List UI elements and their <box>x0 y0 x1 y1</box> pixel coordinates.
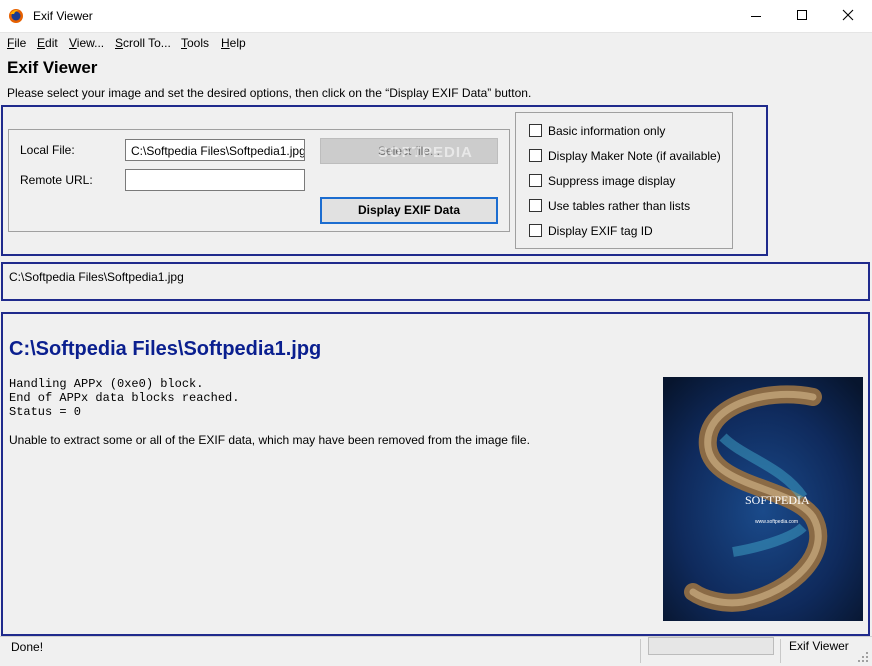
maximize-button[interactable] <box>779 0 825 31</box>
menu-scroll-to[interactable]: Scroll To... <box>115 36 171 50</box>
checkbox[interactable] <box>529 224 542 237</box>
log-line: End of APPx data blocks reached. <box>9 391 240 405</box>
status-separator <box>780 639 781 663</box>
image-caption: SOFTPEDIA <box>745 493 810 507</box>
window-title: Exif Viewer <box>33 9 93 23</box>
menu-tools[interactable]: Tools <box>181 36 209 50</box>
remote-url-label: Remote URL: <box>20 173 93 187</box>
current-path: C:\Softpedia Files\Softpedia1.jpg <box>9 270 184 284</box>
checkbox[interactable] <box>529 149 542 162</box>
status-separator <box>640 639 641 663</box>
page-title: Exif Viewer <box>7 58 98 77</box>
menu-bar: File Edit View... Scroll To... Tools Hel… <box>0 33 872 53</box>
result-message: Unable to extract some or all of the EXI… <box>9 433 530 447</box>
status-app-name: Exif Viewer <box>789 639 849 653</box>
remote-url-input[interactable] <box>125 169 305 191</box>
page-description: Please select your image and set the des… <box>7 86 532 100</box>
menu-view[interactable]: View... <box>69 36 104 50</box>
checkbox[interactable] <box>529 199 542 212</box>
status-text: Done! <box>11 640 44 654</box>
progress-bar <box>648 637 774 655</box>
checkbox[interactable] <box>529 124 542 137</box>
display-exif-button[interactable]: Display EXIF Data <box>320 197 498 224</box>
log-line: Status = 0 <box>9 405 82 419</box>
title-bar: Exif Viewer <box>0 0 872 33</box>
resize-grip-icon[interactable] <box>858 652 868 662</box>
image-thumbnail: SOFTPEDIA www.softpedia.com <box>663 377 863 621</box>
firefox-app-icon <box>9 9 23 23</box>
checkbox[interactable] <box>529 174 542 187</box>
menu-help[interactable]: Help <box>221 36 246 50</box>
log-line: Handling APPx (0xe0) block. <box>9 377 204 391</box>
local-file-input[interactable]: C:\Softpedia Files\Softpedia1.jpg <box>125 139 305 161</box>
menu-file[interactable]: File <box>7 36 26 50</box>
image-url-text: www.softpedia.com <box>755 519 798 525</box>
close-button[interactable] <box>825 0 871 31</box>
result-title: C:\Softpedia Files\Softpedia1.jpg <box>9 338 322 360</box>
local-file-label: Local File: <box>20 143 75 157</box>
select-file-button[interactable]: Select file... <box>320 138 498 164</box>
menu-edit[interactable]: Edit <box>37 36 58 50</box>
close-icon <box>842 9 854 21</box>
minimize-button[interactable] <box>733 0 779 31</box>
